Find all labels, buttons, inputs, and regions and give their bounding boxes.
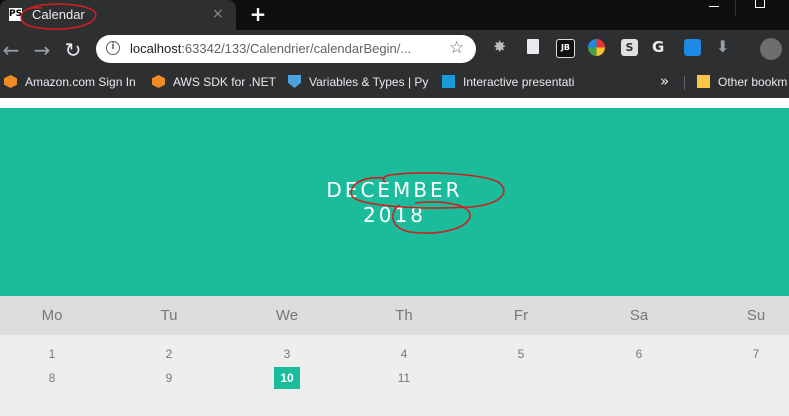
bookmark-label: Variables & Types | Py (309, 75, 429, 89)
url-text[interactable]: localhost:63342/133/Calendrier/calendarB… (130, 41, 411, 56)
new-tab-button[interactable]: + (247, 3, 269, 25)
page-content: DECEMBER 2018 Mo Tu We Th Fr Sa Su 1 2 3… (0, 98, 789, 416)
s-extension-icon[interactable]: S (621, 39, 638, 56)
bookmarks-divider (684, 76, 685, 90)
document-extension-icon[interactable] (527, 39, 539, 54)
day-cell[interactable]: 11 (391, 367, 417, 389)
day-cell[interactable]: 5 (508, 343, 534, 365)
bookmark-star-icon[interactable]: ☆ (449, 38, 464, 58)
weekday-label: Mo (41, 307, 63, 324)
weekday-label: Su (746, 307, 766, 324)
weekday-label: Tu (160, 307, 178, 324)
day-cell[interactable]: 6 (626, 343, 652, 365)
info-icon[interactable]: i (106, 41, 120, 55)
bookmark-label: Interactive presentati (463, 75, 575, 89)
aws-icon (152, 75, 165, 88)
chart-icon (442, 75, 455, 88)
bookmark-label: AWS SDK for .NET (173, 75, 276, 89)
bookmark-variables[interactable]: Variables & Types | Py (288, 75, 428, 89)
minimize-button[interactable] (690, 0, 738, 16)
folder-icon (697, 75, 710, 88)
trello-extension-icon[interactable] (684, 39, 701, 56)
google-extension-icon[interactable]: G (652, 38, 669, 56)
jetbrains-extension-icon[interactable]: JB (556, 39, 575, 58)
maximize-button[interactable] (735, 0, 784, 16)
weekday-row: Mo Tu We Th Fr Sa Su (0, 296, 789, 335)
browser-toolbar: ← → ↻ i localhost:63342/133/Calendrier/c… (0, 30, 789, 68)
day-cell-active[interactable]: 10 (274, 367, 300, 389)
amazon-icon (4, 75, 17, 88)
gear-extension-icon[interactable]: ✸ (493, 37, 510, 56)
bookmark-interactive[interactable]: Interactive presentati (442, 75, 574, 89)
days-grid: 1 2 3 4 5 6 7 8 9 10 11 (0, 335, 789, 416)
weekday-label: Sa (629, 307, 649, 324)
colorpicker-extension-icon[interactable] (588, 39, 605, 56)
profile-avatar[interactable] (760, 38, 782, 60)
day-cell[interactable]: 4 (391, 343, 417, 365)
bookmarks-bar: Amazon.com Sign In AWS SDK for .NET Vari… (0, 68, 789, 98)
tab-close-icon[interactable]: × (212, 6, 224, 22)
bookmarks-overflow-button[interactable]: » (660, 72, 669, 90)
day-cell[interactable]: 7 (743, 343, 769, 365)
bookmark-amazon[interactable]: Amazon.com Sign In (4, 75, 136, 89)
browser-titlebar: PS Calendar × + (0, 0, 789, 30)
shield-icon (288, 75, 301, 88)
month-label: DECEMBER (326, 178, 463, 202)
url-host: localhost (130, 41, 182, 56)
weekday-label: Fr (513, 307, 529, 324)
day-cell[interactable]: 3 (274, 343, 300, 365)
year-label: 2018 (363, 203, 426, 227)
calendar-header: DECEMBER 2018 (0, 108, 789, 296)
bookmark-aws-sdk[interactable]: AWS SDK for .NET (152, 75, 276, 89)
address-bar[interactable]: i localhost:63342/133/Calendrier/calenda… (96, 35, 476, 63)
tab-calendar[interactable]: PS Calendar × (0, 0, 236, 30)
tab-title: Calendar (32, 7, 85, 22)
day-cell[interactable]: 2 (156, 343, 182, 365)
bookmark-other[interactable]: Other bookm (697, 75, 787, 89)
tab-favicon: PS (9, 8, 23, 21)
back-button[interactable]: ← (0, 38, 22, 62)
bookmark-label: Amazon.com Sign In (25, 75, 136, 89)
day-cell[interactable]: 1 (39, 343, 65, 365)
url-path: :63342/133/Calendrier/calendarBegin/... (181, 41, 412, 56)
bookmark-label: Other bookm (718, 75, 788, 89)
weekday-label: Th (395, 307, 413, 324)
reload-button[interactable]: ↻ (62, 38, 84, 62)
forward-button[interactable]: → (31, 38, 53, 62)
download-extension-icon[interactable]: ⬇ (716, 37, 733, 56)
weekday-label: We (275, 307, 299, 324)
day-cell[interactable]: 8 (39, 367, 65, 389)
day-cell[interactable]: 9 (156, 367, 182, 389)
